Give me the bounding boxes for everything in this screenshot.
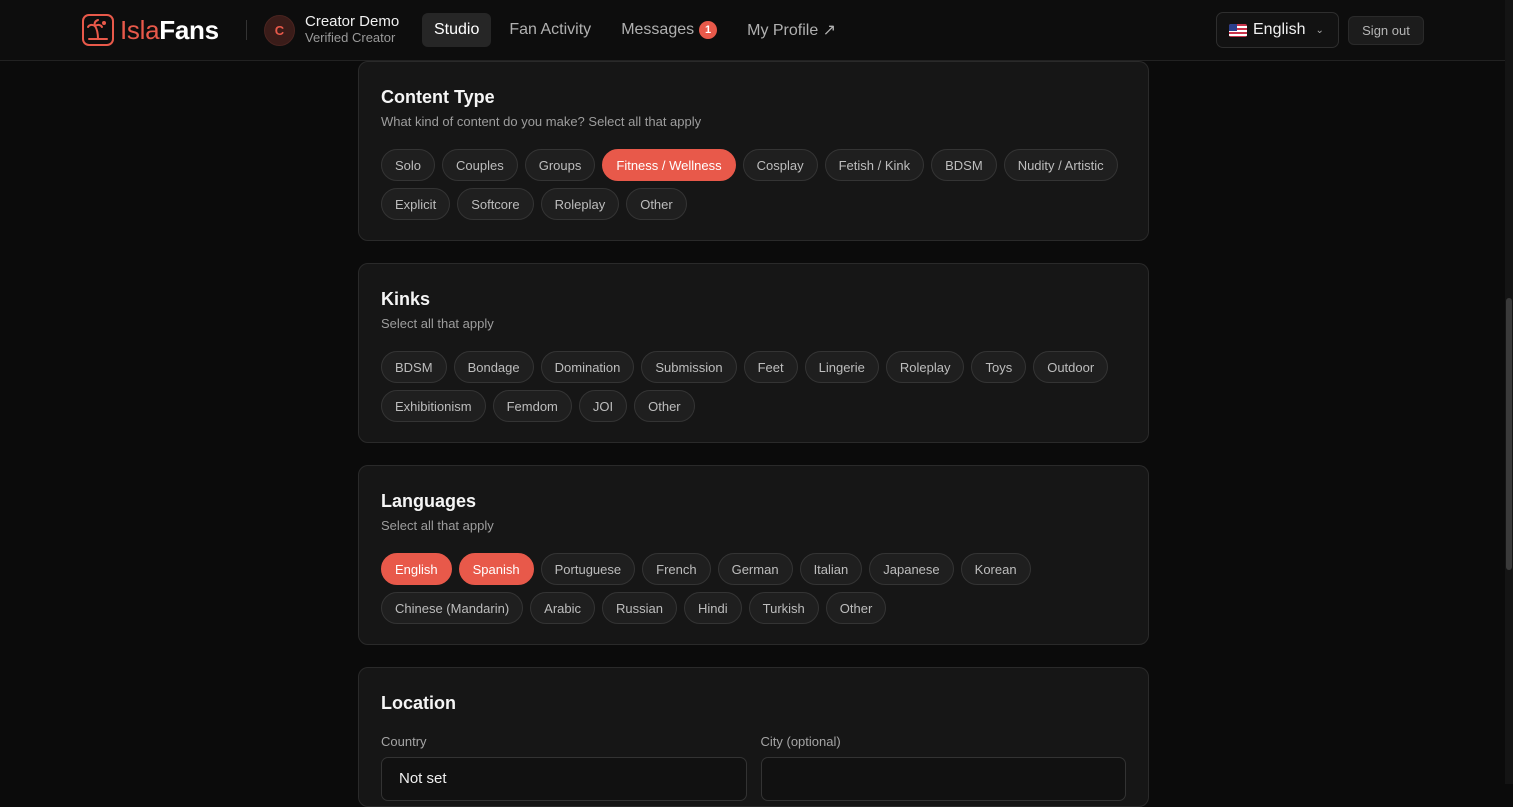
languages-chip[interactable]: French <box>642 553 711 585</box>
main-nav: Studio Fan Activity Messages 1 My Profil… <box>422 13 854 47</box>
city-field: City (optional) <box>760 734 1126 801</box>
languages-chip[interactable]: English <box>381 553 452 585</box>
section-title: Kinks <box>381 289 431 309</box>
country-field: Country Not set <box>381 734 747 801</box>
languages-chip[interactable]: Hindi <box>684 592 742 624</box>
kinks-chip[interactable]: Bondage <box>453 351 534 383</box>
content-type-chip[interactable]: Cosplay <box>742 149 818 181</box>
languages-chip[interactable]: Turkish <box>748 592 819 624</box>
kinks-chips: BDSM Bondage Domination Submission Feet Linge… <box>381 351 1131 422</box>
content-type-chip[interactable]: Explicit <box>381 188 451 220</box>
kinks-chip[interactable]: Lingerie <box>804 351 879 383</box>
languages-chip[interactable]: Portuguese <box>540 553 636 585</box>
languages-chip[interactable]: Other <box>825 592 887 624</box>
languages-chip[interactable]: Chinese (Mandarin) <box>381 592 524 624</box>
city-input[interactable] <box>760 757 1126 801</box>
country-select[interactable]: Not set <box>381 757 747 801</box>
city-label: City (optional) <box>760 734 841 749</box>
section-title: Languages <box>381 491 477 511</box>
nav-messages-label: Messages <box>621 21 695 38</box>
kinks-chip[interactable]: Toys <box>971 351 1027 383</box>
kinks-chip[interactable]: Exhibitionism <box>381 390 486 422</box>
kinks-chip[interactable]: Other <box>634 390 695 422</box>
brand-logo[interactable]: IslaFans <box>82 14 219 46</box>
brand-name: IslaFans <box>120 14 219 45</box>
content-type-card: Content Type What kind of content do you… <box>358 61 1149 241</box>
kinks-chip[interactable]: Domination <box>540 351 635 383</box>
top-navigation-bar: IslaFans C Creator Demo Verified Creator… <box>0 0 1505 61</box>
nav-studio[interactable]: Studio <box>422 13 492 47</box>
location-card: Location Country Not set City (optional) <box>358 667 1149 807</box>
language-selected: English <box>1253 21 1306 38</box>
sign-out-button[interactable]: Sign out <box>1348 16 1424 45</box>
content-type-chip[interactable]: BDSM <box>931 149 997 181</box>
kinks-chip[interactable]: BDSM <box>381 351 447 383</box>
palm-tree-icon <box>82 14 114 46</box>
kinks-chip[interactable]: Femdom <box>492 390 572 422</box>
user-name: Creator Demo <box>305 13 400 30</box>
user-role: Verified Creator <box>305 30 396 45</box>
section-subtitle: Select all that apply <box>381 518 494 533</box>
section-title: Location <box>381 693 456 713</box>
languages-chip[interactable]: Russian <box>602 592 677 624</box>
content-type-chip[interactable]: Fetish / Kink <box>824 149 925 181</box>
content-type-chip[interactable]: Softcore <box>457 188 534 220</box>
section-subtitle: What kind of content do you make? Select… <box>381 114 702 129</box>
languages-chip[interactable]: Italian <box>799 553 863 585</box>
content-type-chips: Solo Couples Groups Fitness / Wellness Cospl… <box>381 149 1131 220</box>
languages-chip[interactable]: Arabic <box>530 592 596 624</box>
chevron-down-icon: ⌄ <box>1315 24 1324 36</box>
content-type-chip[interactable]: Nudity / Artistic <box>1003 149 1118 181</box>
section-subtitle: Select all that apply <box>381 316 494 331</box>
content-type-chip[interactable]: Other <box>626 188 687 220</box>
us-flag-icon <box>1229 23 1247 37</box>
scrollbar-thumb[interactable] <box>1506 298 1512 570</box>
content-type-chip[interactable]: Roleplay <box>540 188 620 220</box>
kinks-chip[interactable]: JOI <box>578 390 628 422</box>
languages-card: Languages Select all that apply English S… <box>358 465 1149 645</box>
kinks-chip[interactable]: Feet <box>743 351 798 383</box>
nav-messages[interactable]: Messages 1 <box>609 13 729 47</box>
kinks-chip[interactable]: Submission <box>641 351 737 383</box>
user-info: C Creator Demo Verified Creator <box>264 14 399 46</box>
content-type-chip[interactable]: Solo <box>381 149 436 181</box>
languages-chip[interactable]: Japanese <box>869 553 954 585</box>
content-type-chip[interactable]: Fitness / Wellness <box>602 149 736 181</box>
page-scrollbar[interactable] <box>1505 0 1513 784</box>
kinks-chip[interactable]: Outdoor <box>1033 351 1109 383</box>
avatar: C <box>264 14 295 46</box>
kinks-card: Kinks Select all that apply BDSM Bondage D… <box>358 263 1149 443</box>
section-title: Content Type <box>381 87 495 107</box>
nav-my-profile[interactable]: My Profile ↗ <box>735 13 848 47</box>
country-label: Country <box>381 734 427 749</box>
nav-fan-activity[interactable]: Fan Activity <box>497 13 603 47</box>
languages-chip[interactable]: Korean <box>960 553 1031 585</box>
languages-chips: English Spanish Portuguese French German Ital… <box>381 553 1131 624</box>
kinks-chip[interactable]: Roleplay <box>885 351 965 383</box>
language-selector[interactable]: English ⌄ <box>1216 12 1339 48</box>
content-type-chip[interactable]: Groups <box>524 149 596 181</box>
content-type-chip[interactable]: Couples <box>442 149 518 181</box>
messages-count-badge: 1 <box>699 21 718 39</box>
languages-chip[interactable]: German <box>717 553 793 585</box>
header-divider <box>246 20 247 40</box>
languages-chip[interactable]: Spanish <box>458 553 534 585</box>
